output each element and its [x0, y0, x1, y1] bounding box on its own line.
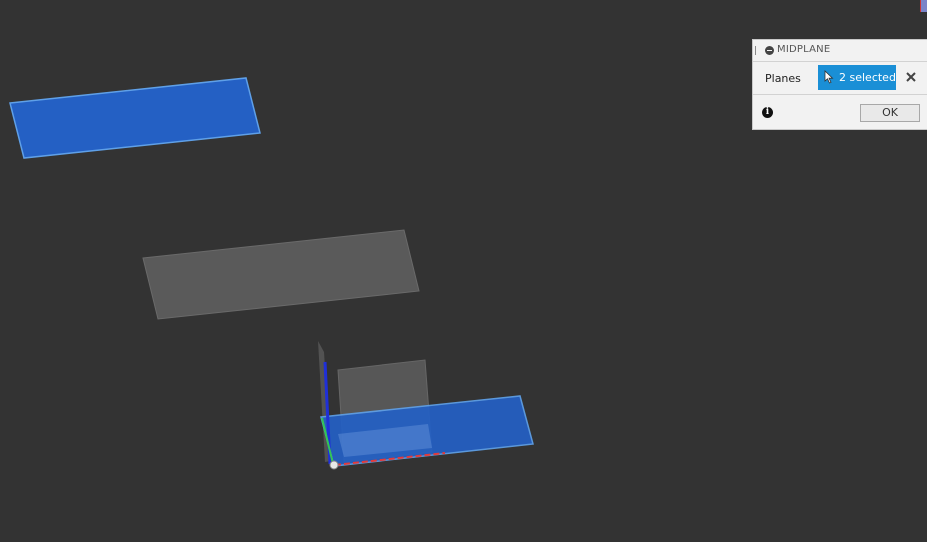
selection-count: 2 selected: [839, 71, 896, 84]
midplane-dialog: MIDPLANE Planes 2 selected i OK: [752, 39, 927, 130]
ok-button[interactable]: OK: [860, 104, 920, 122]
info-icon[interactable]: i: [762, 107, 773, 118]
planes-selection-button[interactable]: 2 selected: [818, 65, 896, 90]
viewcube-icon[interactable]: [920, 0, 927, 12]
collapse-icon[interactable]: [765, 46, 774, 55]
drag-grip-icon[interactable]: [755, 46, 757, 55]
dialog-title: MIDPLANE: [777, 44, 831, 55]
selected-plane-1[interactable]: [9, 77, 261, 159]
planes-label: Planes: [765, 72, 801, 85]
origin-point[interactable]: [329, 460, 339, 470]
dialog-header: MIDPLANE: [753, 40, 927, 62]
dialog-footer: i OK: [753, 95, 927, 131]
unselected-plane[interactable]: [142, 229, 420, 320]
cursor-icon: [824, 70, 834, 84]
planes-row: Planes 2 selected: [753, 62, 927, 95]
close-icon[interactable]: [903, 69, 919, 85]
